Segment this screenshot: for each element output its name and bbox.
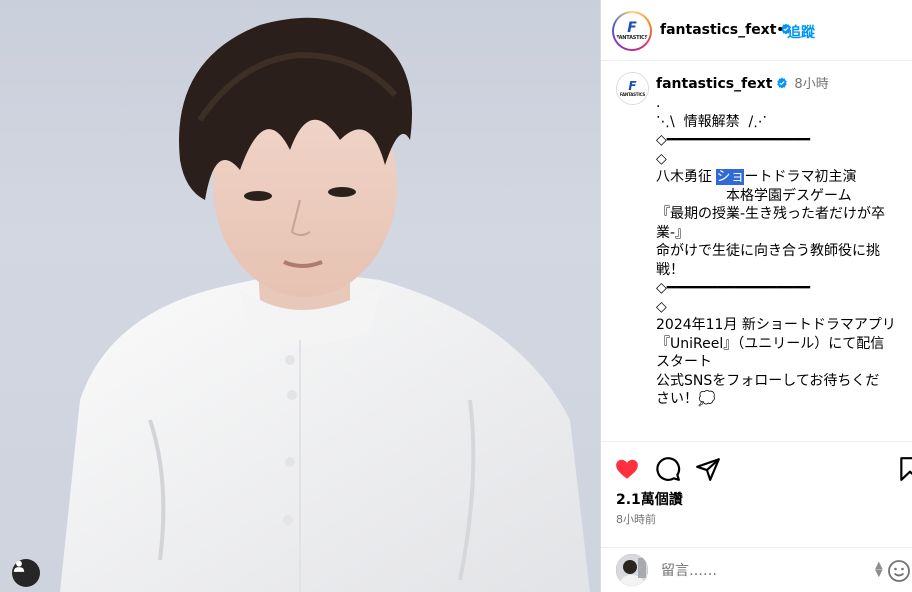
portrait-illustration: [60, 17, 590, 592]
caption-line: 『UniReel』（ユニリール）にて配信: [656, 335, 885, 352]
author-username[interactable]: fantastics_fext: [660, 22, 792, 38]
caption-line: 業-』: [656, 224, 690, 241]
caption-header: fantastics_fext 8小時: [656, 73, 829, 92]
comment-icon[interactable]: [655, 456, 681, 482]
caption-line-prefix: 八木勇征: [656, 169, 717, 185]
caption-line: 2024年11月 新ショートドラマアプリ: [656, 317, 896, 333]
viewer-avatar: [616, 554, 648, 586]
caption-logo-text: FANTASTICS: [619, 92, 646, 97]
tagged-users-button[interactable]: [12, 559, 40, 587]
follow-button[interactable]: 追蹤: [787, 22, 815, 42]
caption-line: 本格学園デスゲーム: [656, 187, 852, 204]
caption-line: 命がけで生徒に向き合う教師役に挑: [656, 243, 880, 259]
caption-text: . ⋱\ 情報解禁 /⋰ ◇━━━━━━━━━━━━━━━━━ ◇ 八木勇征 シ…: [656, 94, 906, 409]
posted-time[interactable]: 8小時前: [616, 511, 656, 527]
caption-line: ⋱\ 情報解禁 /⋰: [656, 113, 768, 130]
resize-arrows-icon: ▲ ▼: [875, 560, 883, 579]
caption-area: F FANTASTICS fantastics_fext 8小時 . ⋱\ 情報解…: [601, 61, 912, 441]
caption-line-rest: ートドラマ初主演: [744, 169, 857, 185]
post-photo[interactable]: [0, 0, 600, 592]
logo-text: FANTASTICS: [615, 35, 649, 41]
caption-username[interactable]: fantastics_fext: [656, 76, 772, 92]
separator-dot: •: [776, 22, 785, 38]
emoji-icon[interactable]: [887, 559, 911, 583]
selected-text: ショ: [716, 169, 745, 185]
caption-line: ◇: [656, 298, 667, 315]
caption-avatar[interactable]: F FANTASTICS: [616, 72, 649, 105]
caption-line: 戦！: [656, 261, 684, 278]
author-avatar[interactable]: F FANTASTICS: [612, 11, 652, 51]
caption-line-selected: 八木勇征 ショートドラマ初主演: [656, 168, 906, 187]
share-icon[interactable]: [695, 456, 721, 482]
post-header: F FANTASTICS fantastics_fext • 追蹤: [601, 0, 912, 61]
caption-line: 『最期の授業-生き残った者だけが卒: [656, 206, 886, 222]
caption-line: さい！💭: [656, 391, 716, 407]
comment-input[interactable]: [661, 560, 861, 582]
bookmark-icon[interactable]: [897, 456, 912, 482]
verified-icon: [777, 77, 788, 89]
caption-line: ◇━━━━━━━━━━━━━━━━━: [656, 280, 811, 296]
comment-bar: ▲▼: [601, 547, 912, 592]
post-actions: 2.1萬個讚 8小時前 ▲▼: [601, 441, 912, 592]
caption-time[interactable]: 8小時: [794, 77, 828, 92]
like-count[interactable]: 2.1萬個讚: [616, 489, 683, 509]
caption-line: スタート: [656, 354, 712, 370]
caption-line: 公式SNSをフォローしてお待ちくだ: [656, 372, 880, 389]
heart-icon[interactable]: [614, 456, 640, 482]
post-side-panel: F FANTASTICS fantastics_fext • 追蹤 F FANT…: [600, 0, 912, 592]
caption-line: ◇━━━━━━━━━━━━━━━━━: [656, 132, 811, 148]
user-tag-icon: [13, 560, 25, 572]
caption-line: ◇: [656, 150, 667, 167]
viewer-avatar-image: [616, 554, 648, 586]
author-username-text[interactable]: fantastics_fext: [660, 22, 776, 38]
caption-line: .: [656, 95, 661, 111]
caption-logo-mark: F: [628, 79, 637, 93]
logo-mark: F: [627, 20, 637, 36]
